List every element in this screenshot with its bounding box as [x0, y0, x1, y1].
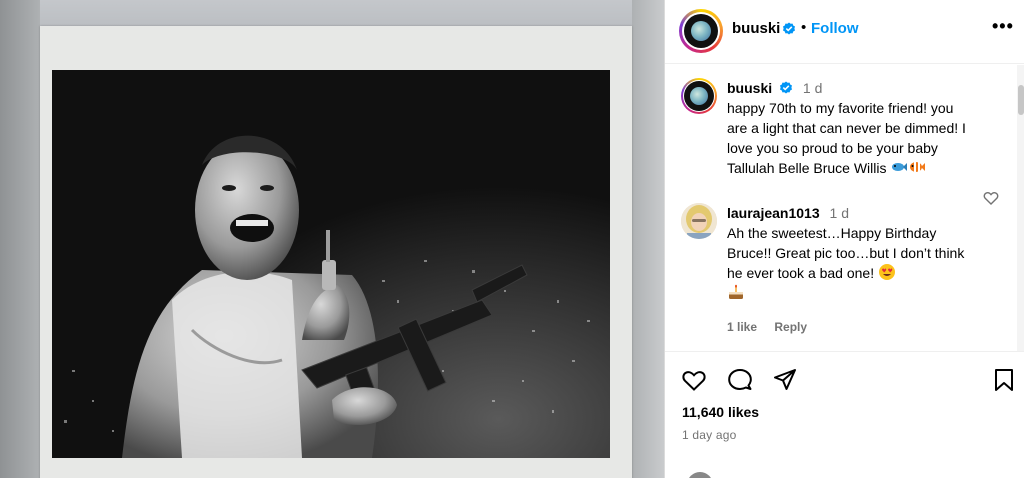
- comment-likes-count[interactable]: 1 like: [727, 320, 757, 334]
- commenter-avatar[interactable]: [681, 203, 717, 239]
- caption-time[interactable]: 1 d: [803, 80, 822, 96]
- media-background-right: [632, 0, 664, 478]
- birthday-cake-emoji-icon: [729, 284, 743, 299]
- post-media[interactable]: [0, 0, 664, 478]
- like-heart-icon[interactable]: [681, 367, 707, 393]
- heart-eyes-emoji-icon: [879, 264, 895, 280]
- verified-badge-icon: [783, 22, 795, 35]
- current-user-avatar: [687, 472, 713, 478]
- post-photo: [52, 70, 610, 458]
- comments-scrollbar[interactable]: [1017, 65, 1024, 351]
- author-avatar[interactable]: [679, 9, 723, 53]
- post-sidebar: buuski • Follow ••• buuski 1 d happy 70t…: [664, 0, 1024, 478]
- more-options-icon[interactable]: •••: [992, 16, 1014, 37]
- author-username[interactable]: buuski: [732, 20, 780, 37]
- likes-count[interactable]: 11,640 likes: [682, 404, 759, 420]
- comments-list[interactable]: buuski 1 d happy 70th to my favorite fri…: [665, 65, 1024, 351]
- photo-illustration: [52, 70, 610, 458]
- caption-text: happy 70th to my favorite friend! you ar…: [727, 100, 966, 176]
- reply-button[interactable]: Reply: [774, 320, 807, 334]
- caption-username[interactable]: buuski: [727, 80, 772, 96]
- post-timestamp[interactable]: 1 day ago: [682, 428, 737, 442]
- clownfish-emoji-icon: [910, 162, 926, 172]
- follow-button[interactable]: Follow: [811, 20, 859, 37]
- scrollbar-thumb[interactable]: [1018, 85, 1024, 115]
- bookmark-icon[interactable]: [991, 367, 1017, 393]
- media-background-left: [0, 0, 40, 478]
- comment-like-icon[interactable]: [983, 190, 999, 206]
- comment-text: Ah the sweetest…Happy Birthday Bruce!! G…: [727, 225, 965, 281]
- comment-body: laurajean1013 1 d Ah the sweetest…Happy …: [727, 203, 977, 337]
- commenter-username[interactable]: laurajean1013: [727, 205, 820, 221]
- post-header: buuski • Follow •••: [665, 0, 1024, 64]
- comment-icon[interactable]: [727, 367, 753, 393]
- post-actions: 11,640 likes 1 day ago: [665, 351, 1024, 478]
- verified-badge-icon: [780, 81, 793, 94]
- caption-avatar[interactable]: [681, 78, 717, 114]
- caption-body: buuski 1 d happy 70th to my favorite fri…: [727, 78, 977, 178]
- fish-emoji-icon: [892, 163, 908, 171]
- header-separator: •: [801, 19, 807, 36]
- share-icon[interactable]: [772, 367, 798, 393]
- comment-time[interactable]: 1 d: [830, 205, 849, 221]
